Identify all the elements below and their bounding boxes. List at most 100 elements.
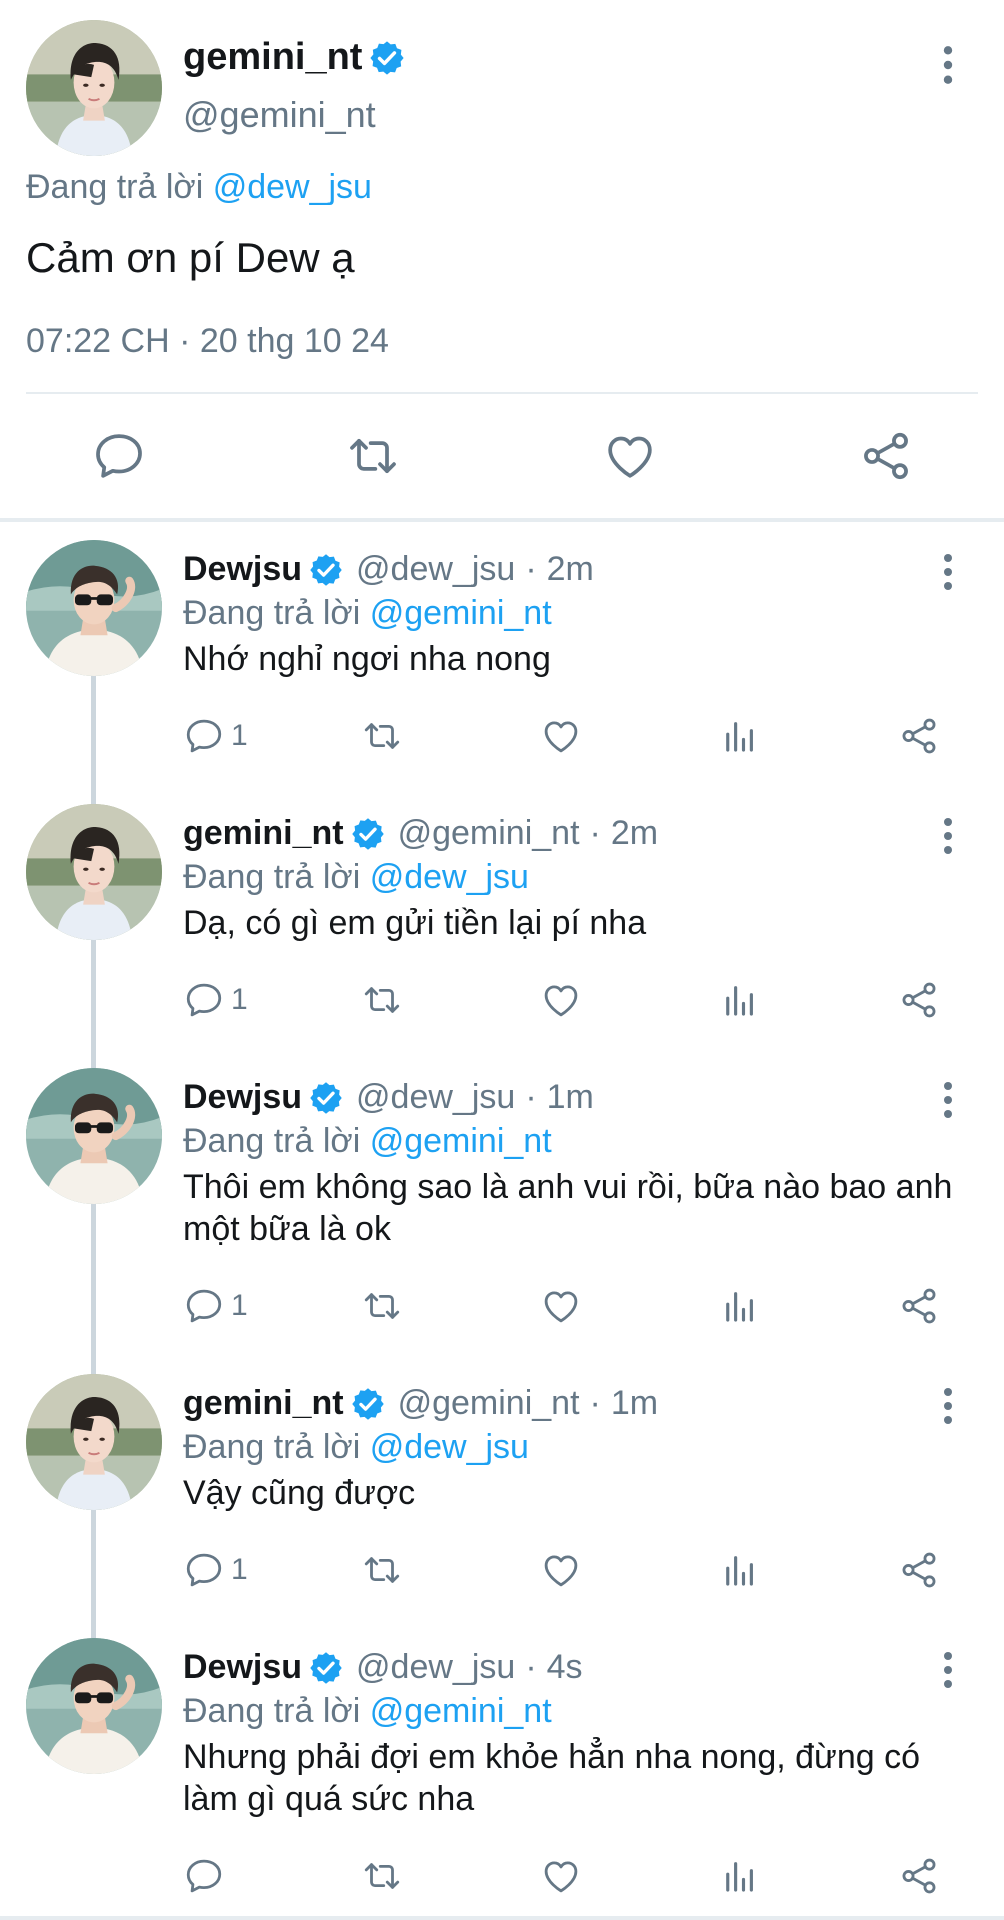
analytics-icon[interactable] (719, 715, 761, 757)
retweet-icon[interactable] (361, 1855, 403, 1897)
analytics-action[interactable] (719, 1548, 761, 1592)
reply-text: Thôi em không sao là anh vui rồi, bữa nà… (183, 1168, 953, 1248)
avatar[interactable] (26, 804, 162, 940)
author-name[interactable]: gemini_nt (183, 814, 344, 853)
more-options-icon[interactable] (938, 44, 958, 86)
retweet-action[interactable] (361, 1548, 403, 1592)
author-name[interactable]: Dewjsu (183, 1078, 302, 1117)
like-icon[interactable] (602, 428, 658, 484)
retweet-icon[interactable] (345, 428, 401, 484)
verified-badge-icon (308, 1650, 344, 1686)
share-action[interactable] (898, 1548, 940, 1592)
like-action[interactable] (540, 1854, 582, 1898)
reply-tweet[interactable]: gemini_nt @gemini_nt · 2m Đang trả lời @… (0, 792, 1004, 1056)
retweet-action[interactable] (361, 1284, 403, 1328)
share-action[interactable] (898, 1284, 940, 1328)
retweet-action[interactable] (361, 714, 403, 758)
analytics-action[interactable] (719, 1284, 761, 1328)
action-bar: 1 (183, 1284, 963, 1328)
action-bar: 1 (183, 714, 963, 758)
analytics-icon[interactable] (719, 1285, 761, 1327)
like-icon[interactable] (540, 1285, 582, 1327)
like-action[interactable] (540, 1548, 582, 1592)
retweet-action[interactable] (361, 978, 403, 1022)
analytics-icon[interactable] (719, 1855, 761, 1897)
more-options-icon[interactable] (938, 1080, 958, 1120)
action-bar (183, 1854, 963, 1898)
replying-to-label: Đang trả lời (26, 168, 213, 206)
tweet-timestamp[interactable]: 07:22 CH · 20 thg 10 24 (26, 322, 389, 361)
replying-to-mention[interactable]: @dew_jsu (370, 858, 529, 896)
main-tweet: gemini_nt @gemini_nt Đang trả lời @dew_j… (0, 0, 1004, 518)
author-handle: @dew_jsu (356, 1078, 516, 1116)
reply-icon[interactable] (183, 1285, 225, 1327)
reply-count: 1 (231, 983, 248, 1016)
avatar[interactable] (26, 1638, 162, 1774)
replying-to-mention[interactable]: @gemini_nt (370, 1122, 552, 1160)
analytics-action[interactable] (719, 1854, 761, 1898)
reply-count: 1 (231, 719, 248, 752)
reply-action[interactable]: 1 (183, 1548, 248, 1592)
like-icon[interactable] (540, 979, 582, 1021)
reply-tweet[interactable]: Dewjsu @dew_jsu · 1m Đang trả lời @gemin… (0, 1056, 1004, 1362)
reply-icon[interactable] (183, 979, 225, 1021)
verified-badge-icon (308, 1080, 344, 1116)
share-icon[interactable] (898, 715, 940, 757)
share-icon[interactable] (898, 1855, 940, 1897)
more-options-icon[interactable] (938, 1386, 958, 1426)
reply-tweet[interactable]: Dewjsu @dew_jsu · 4s Đang trả lời @gemin… (0, 1626, 1004, 1916)
reply-action[interactable]: 1 (183, 1284, 248, 1328)
reply-icon[interactable] (183, 1855, 225, 1897)
share-icon[interactable] (898, 1285, 940, 1327)
analytics-icon[interactable] (719, 1549, 761, 1591)
reply-header: Dewjsu @dew_jsu · 2m (183, 550, 594, 589)
author-name[interactable]: Dewjsu (183, 550, 302, 589)
replying-to-mention[interactable]: @gemini_nt (370, 594, 552, 632)
share-icon[interactable] (898, 1549, 940, 1591)
replying-to-mention[interactable]: @dew_jsu (213, 168, 372, 206)
avatar[interactable] (26, 540, 162, 676)
thread-line (91, 1204, 96, 1362)
author-name[interactable]: gemini_nt (183, 1384, 344, 1423)
retweet-icon[interactable] (361, 979, 403, 1021)
reply-tweet[interactable]: Dewjsu @dew_jsu · 2m Đang trả lời @gemin… (0, 528, 1004, 792)
author-name[interactable]: Dewjsu (183, 1648, 302, 1687)
share-action[interactable] (898, 978, 940, 1022)
reply-action[interactable]: 1 (183, 978, 248, 1022)
like-action[interactable] (540, 714, 582, 758)
author-handle: @gemini_nt (183, 94, 376, 135)
retweet-icon[interactable] (361, 1285, 403, 1327)
replying-to: Đang trả lời @gemini_nt (183, 594, 552, 633)
more-options-icon[interactable] (938, 816, 958, 856)
avatar[interactable] (26, 1374, 162, 1510)
reply-icon[interactable] (91, 428, 147, 484)
reply-icon[interactable] (183, 715, 225, 757)
share-icon[interactable] (858, 428, 914, 484)
like-icon[interactable] (540, 1855, 582, 1897)
retweet-icon[interactable] (361, 1549, 403, 1591)
retweet-action[interactable] (361, 1854, 403, 1898)
like-action[interactable] (540, 978, 582, 1022)
reply-tweet[interactable]: gemini_nt @gemini_nt · 1m Đang trả lời @… (0, 1362, 1004, 1626)
avatar[interactable] (26, 20, 162, 156)
share-action[interactable] (898, 1854, 940, 1898)
reply-icon[interactable] (183, 1549, 225, 1591)
analytics-icon[interactable] (719, 979, 761, 1021)
avatar[interactable] (26, 1068, 162, 1204)
like-icon[interactable] (540, 1549, 582, 1591)
more-options-icon[interactable] (938, 1650, 958, 1690)
author-name[interactable]: gemini_nt (183, 36, 362, 79)
like-action[interactable] (540, 1284, 582, 1328)
more-options-icon[interactable] (938, 552, 958, 592)
replying-to-mention[interactable]: @gemini_nt (370, 1692, 552, 1730)
thread-line (91, 1362, 96, 1374)
analytics-action[interactable] (719, 978, 761, 1022)
reply-action[interactable]: 1 (183, 714, 248, 758)
retweet-icon[interactable] (361, 715, 403, 757)
replying-to-mention[interactable]: @dew_jsu (370, 1428, 529, 1466)
share-action[interactable] (898, 714, 940, 758)
share-icon[interactable] (898, 979, 940, 1021)
like-icon[interactable] (540, 715, 582, 757)
reply-action[interactable] (183, 1854, 231, 1898)
analytics-action[interactable] (719, 714, 761, 758)
